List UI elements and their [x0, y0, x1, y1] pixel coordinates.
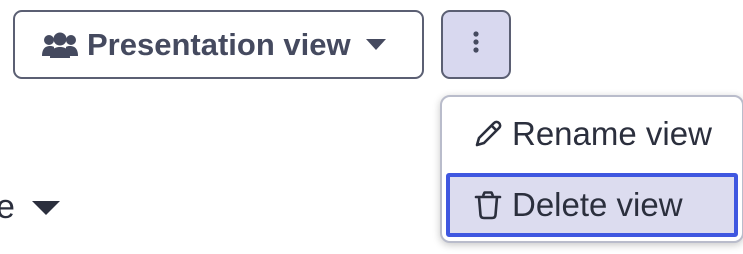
menu-item-label: Rename view: [512, 115, 712, 152]
pencil-icon: [472, 118, 504, 150]
menu-item-rename-view[interactable]: Rename view: [442, 101, 742, 167]
kebab-vertical-icon: [472, 30, 480, 59]
view-options-menu: Rename view Delete view: [440, 95, 743, 243]
users-icon: [41, 31, 79, 59]
view-selector-button[interactable]: Presentation view: [13, 10, 424, 79]
stage: Presentation view e Rename view Delete v…: [0, 0, 743, 254]
fragment-text: e: [0, 188, 15, 226]
background-dropdown-fragment[interactable]: e: [0, 188, 61, 227]
more-options-button[interactable]: [441, 10, 511, 79]
caret-down-icon: [31, 200, 61, 216]
view-selector-label: Presentation view: [87, 26, 351, 62]
menu-item-delete-view[interactable]: Delete view: [446, 173, 738, 237]
caret-down-icon: [365, 38, 387, 51]
trash-icon: [472, 189, 504, 221]
menu-item-label: Delete view: [512, 186, 683, 223]
